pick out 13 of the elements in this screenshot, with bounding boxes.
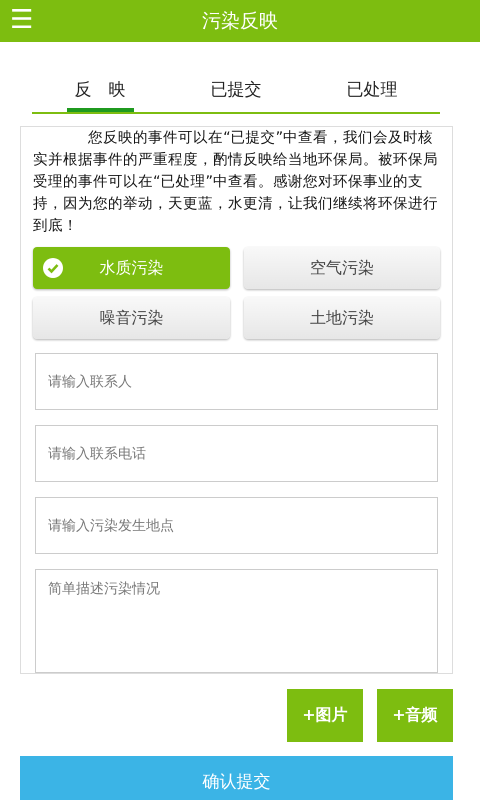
tab[interactable]: 已处理 (338, 70, 406, 112)
description-field[interactable]: 简单描述污染情况 (35, 569, 438, 673)
tab[interactable]: 反 映 (66, 70, 134, 112)
input-field[interactable]: 请输入联系电话 (35, 425, 438, 482)
pollution-type-button[interactable]: 噪音污染 (33, 297, 230, 339)
pollution-type-button[interactable]: 土地污染 (244, 297, 440, 339)
intro-text: 您反映的事件可以在“已提交”中查看，我们会及时核实并根据事件的严重程度，酌情反映给当地环保局。被环保局受理的事件可以在“已处理”中查看。感谢您对环保事业的支持，因为您的举动，天更蓝，水更清，让我们继续将环保进行到底！ (33, 128, 439, 236)
pollution-type-button[interactable]: 空气污染 (244, 247, 440, 289)
header-title: 污染反映 (202, 9, 278, 34)
tab[interactable]: 已提交 (202, 70, 270, 112)
input-field[interactable]: 请输入污染发生地点 (35, 497, 438, 554)
input-field[interactable]: 请输入联系人 (35, 353, 438, 410)
check-icon (43, 258, 63, 278)
